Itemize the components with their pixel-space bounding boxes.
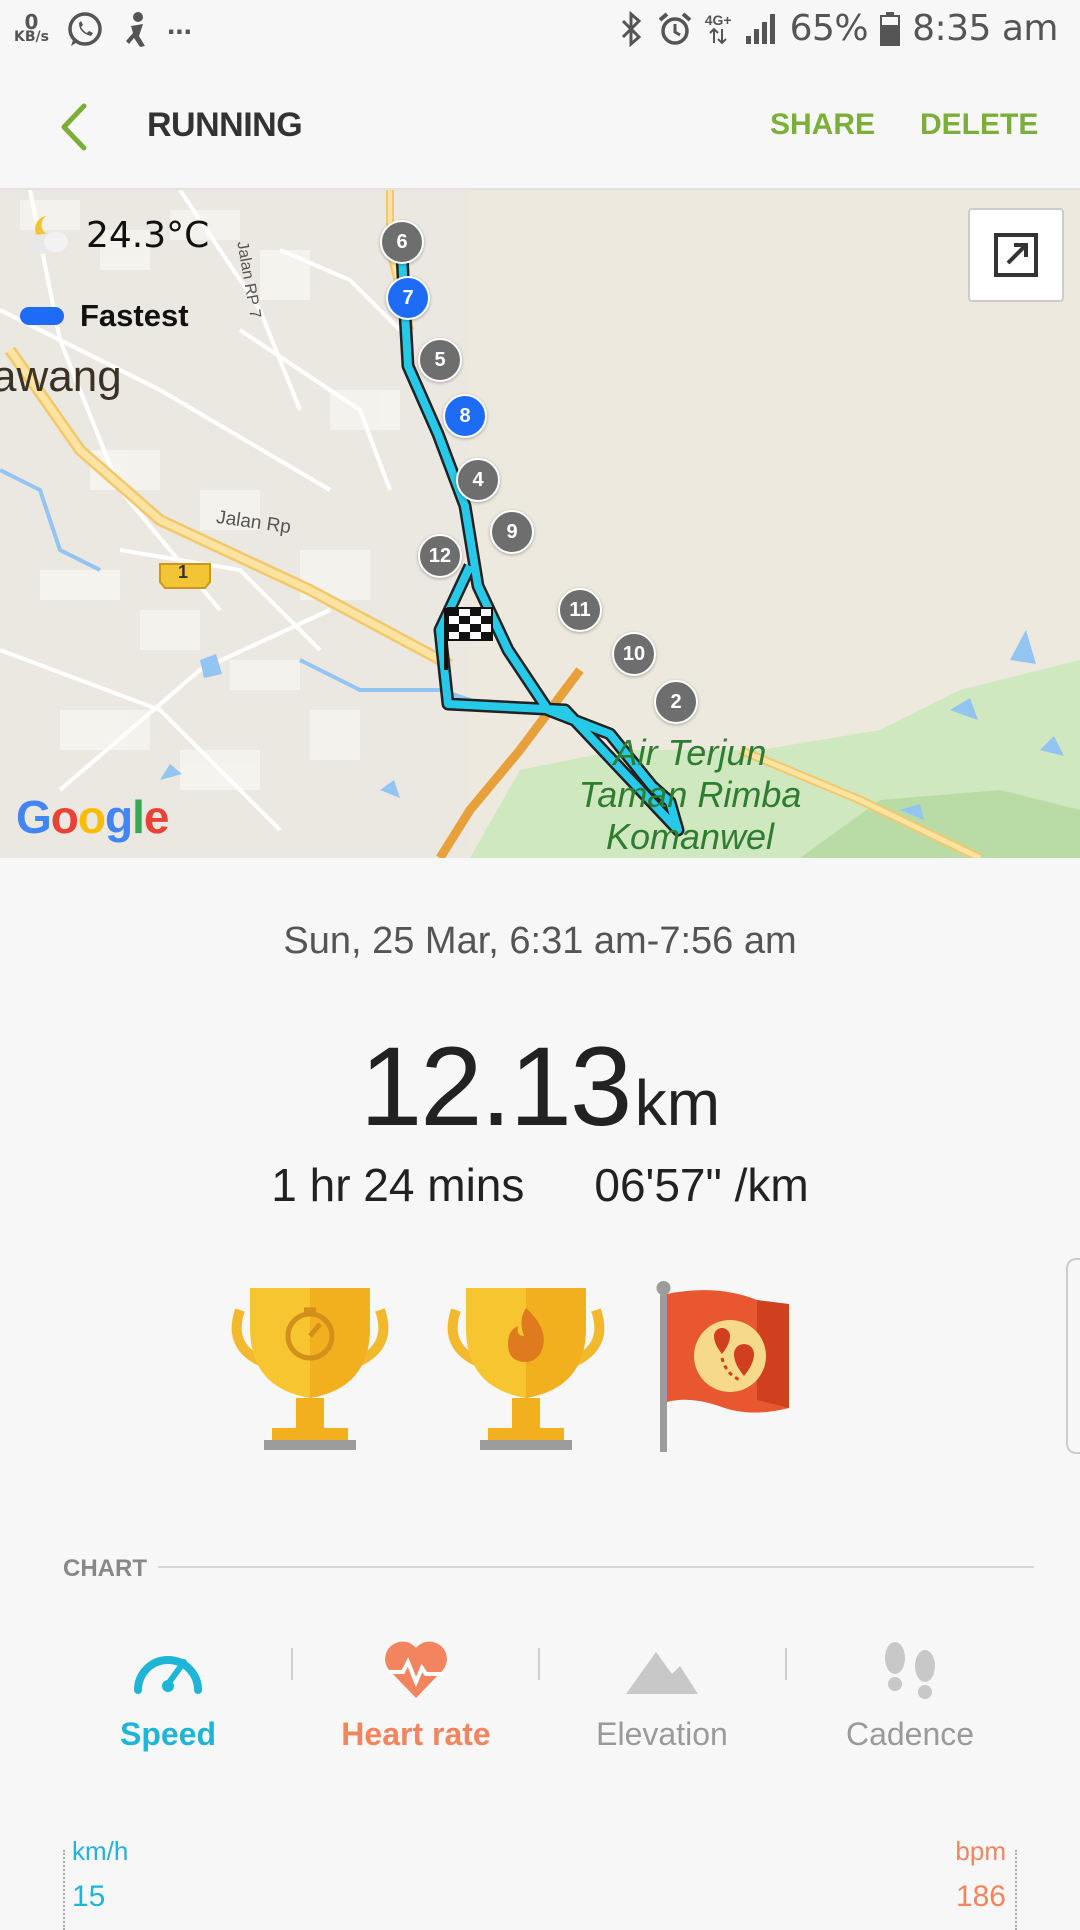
- chart-section-title: CHART: [63, 1555, 147, 1582]
- tab-elevation-label: Elevation: [596, 1716, 728, 1752]
- pace-value: 06'57" /km: [594, 1159, 809, 1211]
- google-logo: Google: [16, 791, 169, 843]
- whatsapp-icon: [68, 12, 102, 46]
- network-speed-value: 0: [24, 10, 39, 34]
- split-marker-10[interactable]: 10: [612, 632, 656, 676]
- split-marker-7[interactable]: 7: [386, 276, 430, 320]
- split-marker-11[interactable]: 11: [558, 588, 602, 632]
- tab-heart-rate[interactable]: Heart rate: [286, 1630, 546, 1752]
- battery-icon: [880, 11, 901, 46]
- calorie-trophy-icon[interactable]: [447, 1288, 605, 1450]
- chart-plot-area: [63, 1850, 1017, 1930]
- split-marker-5[interactable]: 5: [418, 338, 462, 382]
- back-arrow-icon[interactable]: [50, 100, 100, 154]
- map-legend: Fastest: [20, 298, 189, 334]
- left-axis-unit: km/h: [72, 1836, 129, 1866]
- more-notifications-indicator: ...: [166, 8, 192, 41]
- alarm-icon: [658, 11, 692, 45]
- tab-cadence-label: Cadence: [845, 1716, 975, 1752]
- clock-time: 8:35 am: [912, 8, 1058, 49]
- bluetooth-icon: [621, 10, 641, 47]
- weather-info: 24.3°C: [24, 212, 209, 258]
- legend-label: Fastest: [80, 298, 189, 333]
- tab-separator: [538, 1648, 540, 1680]
- fitness-app-icon: [125, 12, 145, 47]
- speedometer-icon: [134, 1656, 202, 1694]
- network-speed-unit: KB/s: [14, 29, 49, 45]
- expand-icon: [994, 233, 1038, 277]
- expand-map-button[interactable]: [968, 208, 1064, 302]
- workout-stats: 1 hr 24 mins 06'57" /km: [0, 1158, 1080, 1212]
- split-marker-12[interactable]: 12: [418, 534, 462, 578]
- fastest-legend-swatch: [20, 307, 64, 325]
- tab-heart-rate-label: Heart rate: [341, 1716, 491, 1752]
- map-tiles: [0, 190, 1080, 858]
- distance-unit: km: [634, 1067, 721, 1139]
- distance-display: 12.13 km: [0, 1022, 1080, 1151]
- speed-trophy-icon[interactable]: [231, 1288, 389, 1450]
- delete-button[interactable]: DELETE: [920, 108, 1038, 142]
- tab-cadence[interactable]: Cadence: [780, 1630, 1040, 1752]
- network-type-label: 4G+: [704, 11, 732, 28]
- app-bar: RUNNING SHARE DELETE: [0, 64, 1080, 190]
- page-title: RUNNING: [147, 106, 303, 144]
- chart-tabs: Speed Heart rate Elevation Cadence: [0, 1630, 1080, 1760]
- split-marker-8[interactable]: 8: [443, 394, 487, 438]
- split-marker-6[interactable]: 6: [380, 220, 424, 264]
- map-place-label: awang: [0, 352, 122, 401]
- workout-date-range: Sun, 25 Mar, 6:31 am-7:56 am: [283, 920, 797, 962]
- split-marker-2[interactable]: 2: [654, 680, 698, 724]
- right-axis-unit: bpm: [955, 1836, 1006, 1866]
- route-flag-icon[interactable]: [656, 1281, 790, 1452]
- chart-section-divider: [158, 1566, 1034, 1568]
- tab-speed[interactable]: Speed: [38, 1630, 298, 1752]
- share-button[interactable]: SHARE: [770, 108, 875, 142]
- tab-elevation[interactable]: Elevation: [532, 1630, 792, 1752]
- left-axis-max: 15: [72, 1880, 106, 1913]
- right-axis-max: 186: [955, 1880, 1006, 1913]
- duration-value: 1 hr 24 mins: [271, 1159, 525, 1211]
- status-bar: 0 KB/s ... 4G+ 65% 8:35 am: [0, 0, 1080, 64]
- battery-percentage: 65%: [789, 8, 869, 49]
- tab-separator: [785, 1648, 787, 1680]
- tab-separator: [291, 1648, 293, 1680]
- map-poi-label: Air Terjun Taman Rimba Komanwel: [578, 732, 802, 857]
- footprints-icon: [885, 1642, 935, 1699]
- data-arrows-icon: [709, 27, 727, 44]
- route-map[interactable]: 24.3°C Fastest awang Jalan RP 7 Jalan Rp…: [0, 190, 1080, 858]
- split-marker-9[interactable]: 9: [490, 510, 534, 554]
- tab-speed-label: Speed: [119, 1716, 217, 1752]
- partly-cloudy-night-icon: [28, 216, 68, 254]
- signal-icon: [745, 13, 775, 44]
- distance-value: 12.13: [359, 1024, 632, 1149]
- route-shield-label: 1: [178, 562, 189, 582]
- temperature-label: 24.3°C: [86, 214, 210, 256]
- achievements-row[interactable]: [230, 1280, 850, 1460]
- heart-rate-icon: [385, 1641, 447, 1698]
- mountain-icon: [626, 1652, 698, 1694]
- side-panel-handle[interactable]: [1066, 1258, 1080, 1454]
- split-marker-4[interactable]: 4: [456, 458, 500, 502]
- network-speed-indicator: 0 KB/s: [14, 10, 49, 45]
